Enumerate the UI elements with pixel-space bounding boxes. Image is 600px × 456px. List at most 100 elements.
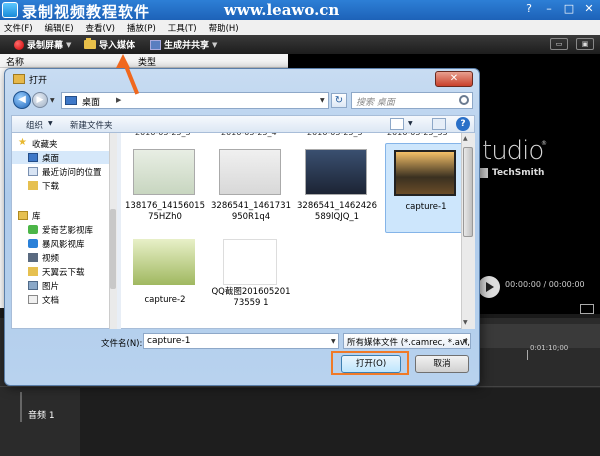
star-icon: ★ [18,137,27,148]
preview-pane-icon[interactable] [432,118,446,130]
file-list: 2016-05-25_3 2016-05-25_4 2016-05-25_5 2… [121,133,461,329]
menu-edit[interactable]: 编辑(E) [45,22,74,34]
record-screen-button[interactable]: 录制屏幕 ▼ [14,38,71,51]
file-item[interactable]: 3286541_1461731950R1q4 [211,143,291,233]
views-icon[interactable] [390,118,404,130]
address-bar[interactable]: 桌面 ▶ ▼ [61,92,329,109]
help-icon[interactable]: ? [456,117,470,131]
play-button[interactable] [478,276,500,298]
filename-input[interactable]: capture-1 [143,333,339,349]
minimize-button[interactable]: – [542,3,556,16]
image-thumbnail-icon [133,149,195,195]
file-item-selected[interactable]: capture-1 [385,143,461,233]
column-type[interactable]: 类型 [138,55,156,68]
menu-file[interactable]: 文件(F) [4,22,33,34]
video-thumbnail-icon [394,150,456,196]
open-button[interactable]: 打开(O) [341,355,401,373]
nav-item-library[interactable]: 库 [12,209,117,222]
file-name: 3286541_1461731950R1q4 [211,201,291,222]
chevron-down-icon: ▼ [66,40,72,49]
chevron-down-icon: ▼ [212,40,218,49]
audio-track-label: 音频 1 [28,411,55,421]
breadcrumb-chevron-icon[interactable]: ▶ [116,96,121,104]
back-button[interactable]: ◀ [13,91,31,109]
share-icon [150,39,161,50]
file-item[interactable]: QQ截图20160520173559 1 [211,233,291,323]
refresh-button[interactable]: ↻ [331,93,347,108]
nav-scrollbar-thumb[interactable] [110,209,116,289]
track-handle[interactable] [20,392,22,422]
desktop-icon [28,153,38,162]
cut-caption: 2016-05-25_5 [307,133,363,137]
image-thumbnail-icon [223,239,277,285]
nav-item-iqiyi[interactable]: 爱奇艺影视库 [12,223,117,236]
record-icon [14,39,24,50]
banner-url: www.leawo.cn [224,1,340,19]
nav-item-recent[interactable]: 最近访问的位置 [12,165,117,178]
techsmith-label: TechSmith [492,168,545,178]
menu-tools[interactable]: 工具(T) [168,22,197,34]
chevron-down-icon[interactable]: ▼ [408,120,413,127]
image-thumbnail-icon [219,149,281,195]
cut-caption: 2016-05-25_3 [135,133,191,137]
clip-bin-header: 名称 类型 [0,54,288,68]
import-media-button[interactable]: 导入媒体 [84,38,135,51]
cancel-button[interactable]: 取消 [415,355,469,373]
image-thumbnail-icon [305,149,367,195]
menu-help[interactable]: 帮助(H) [209,22,239,34]
share-label: 生成并共享 [164,41,210,51]
close-button[interactable]: ✕ [582,3,596,16]
nav-item-documents[interactable]: 文档 [12,293,117,306]
address-row: ◀ ▶ ▼ 桌面 ▶ ▼ ↻ 搜索 桌面 [13,91,473,111]
scroll-down-icon[interactable]: ▼ [463,319,468,326]
file-item[interactable]: 3286541_1462426589lQJQ_1 [297,143,377,233]
new-folder-button[interactable]: 新建文件夹 [70,119,113,131]
produce-share-button[interactable]: 生成并共享 ▼ [150,38,217,51]
chevron-down-icon[interactable]: ▼ [463,338,468,345]
nav-item-tianyi[interactable]: 天翼云下载 [12,265,117,278]
cut-caption: 2016-05-25_4 [221,133,277,137]
menu-bar: 文件(F) 编辑(E) 查看(V) 播放(P) 工具(T) 帮助(H) [0,20,600,35]
search-input[interactable]: 搜索 桌面 [351,92,473,109]
app-logo-icon [2,2,18,18]
fullscreen-icon[interactable]: ▭ [550,38,568,50]
nav-item-pictures[interactable]: 图片 [12,279,117,292]
fullscreen-icon[interactable] [580,304,594,314]
ruler-time: 0:01:10;00 [530,344,569,352]
file-name: capture-2 [144,295,186,305]
file-scrollbar-thumb[interactable] [463,147,473,237]
import-label: 导入媒体 [99,41,136,51]
address-text: 桌面 [82,98,101,108]
studio-brand-text: tudio [482,136,544,166]
column-name[interactable]: 名称 [6,55,24,68]
dialog-close-button[interactable]: ✕ [435,71,473,87]
menu-view[interactable]: 查看(V) [86,22,115,34]
banner-title: 录制视频教程软件 [22,3,151,21]
documents-icon [28,295,38,304]
address-dropdown[interactable]: ▼ [320,94,328,107]
navigation-pane: ★ 收藏夹 桌面 最近访问的位置 下载 库 爱奇艺影视库 暴风影视库 视频 天翼… [11,133,117,329]
iqiyi-icon [28,225,38,234]
audio-track-lane[interactable] [80,388,600,456]
scroll-up-icon[interactable]: ▲ [463,135,468,142]
maximize-button[interactable]: □ [562,3,576,16]
nav-item-videos[interactable]: 视频 [12,251,117,264]
window-controls: ? – □ ✕ [522,3,596,16]
nav-item-baofeng[interactable]: 暴风影视库 [12,237,117,250]
filename-dropdown[interactable]: ▼ [331,338,336,345]
organize-button[interactable]: 组织 [26,119,43,131]
recent-pages-dropdown[interactable]: ▼ [50,97,55,104]
menu-play[interactable]: 播放(P) [127,22,156,34]
nav-item-favorites[interactable]: ★ 收藏夹 [12,137,117,150]
file-name: 138176_1415601575HZh0 [125,201,205,222]
forward-button[interactable]: ▶ [32,92,48,108]
filetype-select[interactable]: 所有媒体文件 (*.camrec, *.avi, [343,333,471,349]
file-item[interactable]: capture-2 [125,233,205,323]
nav-item-desktop[interactable]: 桌面 [12,151,117,164]
nav-item-downloads[interactable]: 下载 [12,179,117,192]
help-icon[interactable]: ? [522,3,536,16]
detach-icon[interactable]: ▣ [576,38,594,50]
file-item[interactable]: 138176_1415601575HZh0 [125,143,205,233]
track-divider [0,386,600,387]
file-name: QQ截图20160520173559 1 [211,287,291,308]
